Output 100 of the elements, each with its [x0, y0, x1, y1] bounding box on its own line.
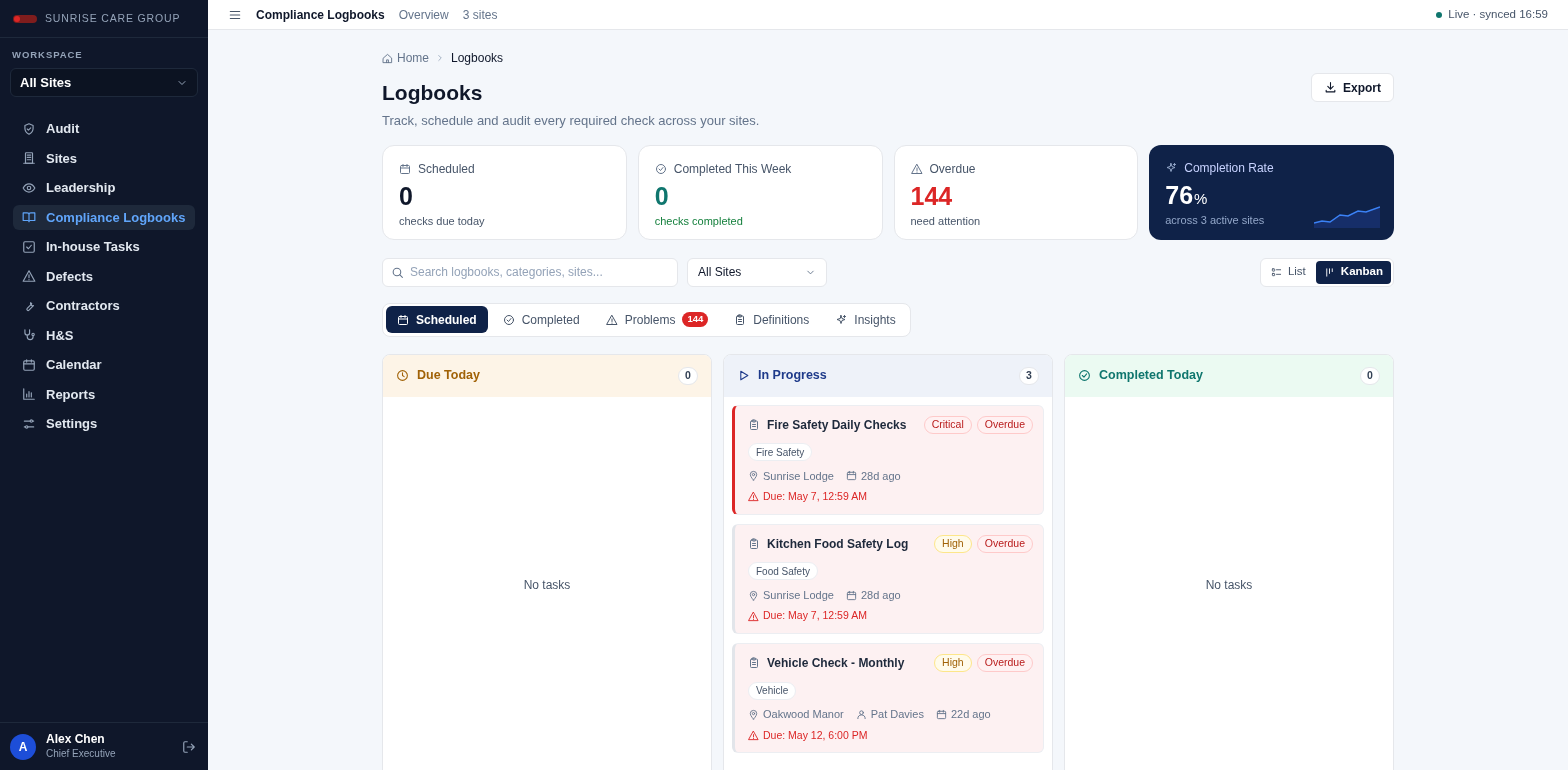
sidebar-item[interactable]: Leadership: [13, 175, 195, 201]
sidebar-item[interactable]: In-house Tasks: [13, 234, 195, 260]
stethoscope-icon: [22, 328, 36, 343]
download-icon: [1324, 81, 1337, 94]
count-badge: 0: [1360, 366, 1380, 385]
task-card[interactable]: Fire Safety Daily Checks Critical Overdue Fire Safety Sunrise Lodge 28d ago Due: May 7, 12:59 AM: [732, 404, 1044, 515]
calendar-icon: [399, 162, 411, 175]
workspace-select[interactable]: All Sites: [10, 68, 198, 98]
list-icon: [1270, 266, 1282, 278]
stat-caption: checks due today: [399, 213, 485, 229]
task-card[interactable]: Kitchen Food Safety Log High Overdue Food Safety Sunrise Lodge 28d ago Due: May 7, 12:59 AM: [732, 523, 1044, 634]
section-label: WORKSPACE: [11, 48, 84, 62]
category-tag: Vehicle: [748, 681, 797, 700]
stat-value: 76: [1165, 179, 1194, 210]
logout-button[interactable]: [182, 738, 198, 755]
stat-label: Overdue: [929, 160, 976, 178]
play-icon: [737, 369, 750, 382]
site-select[interactable]: All Sites: [687, 257, 827, 287]
priority-badge: Critical: [923, 415, 972, 434]
empty-state: No tasks: [523, 576, 571, 594]
header-crumb: Overview: [398, 6, 449, 24]
sidebar-item[interactable]: Calendar: [13, 352, 195, 378]
search-field[interactable]: Search logbooks, categories, sites...: [382, 257, 678, 287]
settings-icon: [22, 416, 36, 431]
calendar-icon: [397, 313, 409, 326]
column-title: Due Today: [417, 367, 481, 385]
priority-badge: High: [934, 654, 972, 672]
tab[interactable]: Problems 144: [594, 306, 720, 333]
sidebar-item[interactable]: Settings: [13, 411, 195, 437]
sparkline: [1314, 205, 1380, 228]
sidebar-item[interactable]: Contractors: [13, 293, 195, 319]
category-tag: Fire Safety: [748, 443, 813, 461]
tab[interactable]: Insights: [824, 306, 907, 333]
due-date: Due: May 12, 6:00 PM: [763, 727, 868, 743]
logo-icon: [13, 14, 37, 23]
clock-icon: [396, 369, 409, 382]
due-date: Due: May 7, 12:59 AM: [763, 489, 867, 504]
calendar-icon: [935, 708, 947, 720]
search-icon: [391, 265, 404, 279]
empty-state: No tasks: [1205, 576, 1253, 594]
person-icon: [855, 708, 867, 720]
column-title: Completed Today: [1099, 367, 1204, 385]
stat-caption: need attention: [910, 213, 981, 229]
breadcrumb-link[interactable]: Home: [382, 49, 429, 67]
breadcrumb-current: Logbooks: [451, 50, 504, 67]
sidebar-item[interactable]: Compliance Logbooks: [13, 204, 195, 230]
warning-icon: [748, 610, 759, 622]
check-circle-icon: [654, 162, 667, 175]
header-crumb: 3 sites: [462, 6, 498, 24]
clipboard-icon: [748, 657, 760, 669]
clipboard-icon: [748, 418, 760, 431]
site-name: Sunrise Lodge: [763, 468, 834, 484]
tab[interactable]: Completed: [491, 306, 591, 333]
sync-status: Live · synced 16:59: [1448, 6, 1548, 22]
view-toggle[interactable]: List: [1262, 260, 1314, 284]
stat-value: 0: [654, 180, 669, 211]
checkbox-icon: [22, 239, 36, 254]
task-title: Vehicle Check - Monthly: [767, 655, 906, 672]
category-tag: Food Safety: [748, 562, 818, 581]
priority-badge: Overdue: [976, 654, 1033, 672]
page-title: Compliance Logbooks: [256, 6, 385, 24]
task-age: 28d ago: [860, 587, 901, 603]
chevron-right-icon: [435, 53, 445, 63]
stat-caption: across 3 active sites: [1165, 213, 1265, 228]
site-name: Oakwood Manor: [763, 707, 844, 722]
sidebar-item[interactable]: Audit: [13, 116, 195, 142]
due-date: Due: May 7, 12:59 AM: [763, 608, 867, 624]
task-title: Kitchen Food Safety Log: [767, 535, 910, 553]
task-card[interactable]: Vehicle Check - Monthly High Overdue Vehicle Oakwood Manor Pat Davies 22d ago Due: May 12, 6:00 PM: [732, 643, 1044, 754]
check-circle-icon: [1078, 369, 1091, 382]
stat-label: Completion Rate: [1184, 159, 1274, 177]
tab[interactable]: Definitions: [723, 306, 821, 333]
eye-icon: [22, 180, 36, 195]
location-pin-icon: [748, 589, 759, 601]
column-title: In Progress: [758, 367, 828, 385]
task-title: Fire Safety Daily Checks: [767, 416, 908, 434]
warning-icon: [748, 729, 759, 741]
warning-icon: [748, 491, 759, 503]
user-role: Chief Executive: [46, 747, 117, 761]
sidebar-item[interactable]: H&S: [13, 322, 195, 348]
sidebar-item[interactable]: Sites: [13, 145, 195, 171]
org-name: SUNRISE CARE GROUP: [45, 10, 181, 26]
sidebar-item[interactable]: Defects: [13, 263, 195, 289]
bar-chart-icon: [22, 387, 36, 402]
page-subtitle: Track, schedule and audit every required check across your sites.: [382, 112, 760, 130]
shield-icon: [22, 121, 36, 136]
location-pin-icon: [748, 708, 759, 720]
task-age: 22d ago: [950, 707, 991, 722]
sidebar-item[interactable]: Reports: [13, 381, 195, 407]
view-toggle[interactable]: Kanban: [1315, 260, 1391, 284]
priority-badge: Overdue: [976, 415, 1033, 434]
logout-icon: [182, 739, 196, 754]
tab[interactable]: Scheduled: [386, 306, 488, 333]
calendar-icon: [845, 589, 857, 601]
export-button[interactable]: Export: [1311, 73, 1394, 102]
stat-value: 144: [910, 180, 953, 211]
clipboard-icon: [748, 537, 760, 550]
warning-icon: [910, 162, 923, 175]
book-icon: [22, 210, 36, 225]
count-badge: 144: [682, 312, 709, 327]
